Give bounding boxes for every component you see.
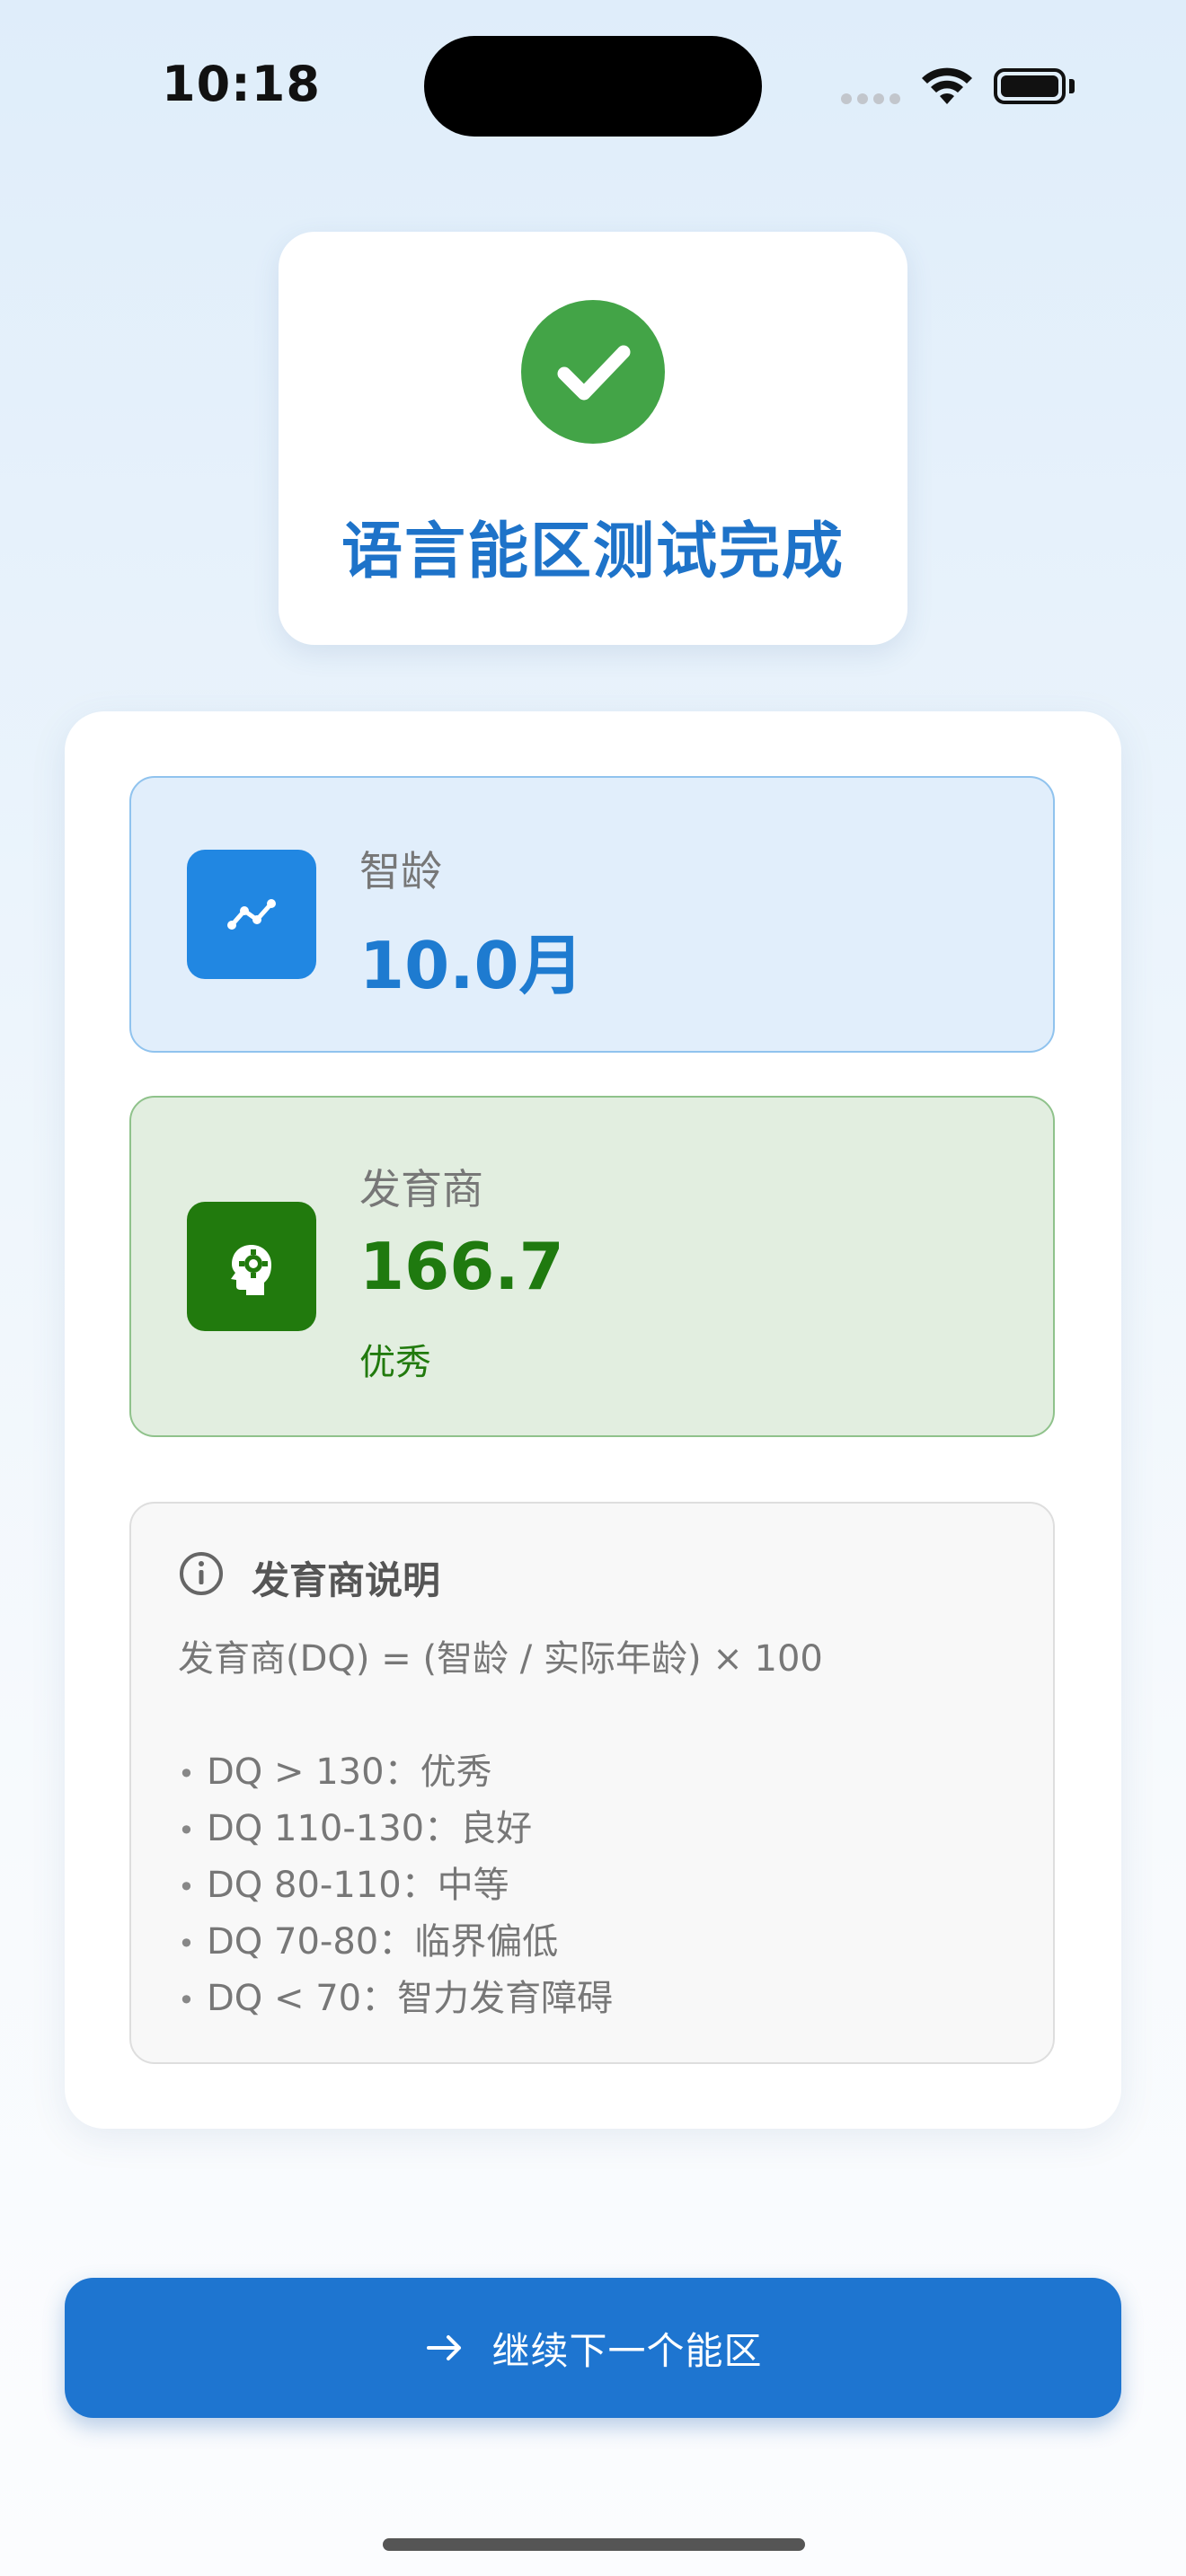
- battery-icon: [994, 68, 1066, 104]
- continue-button-label: 继续下一个能区: [491, 2328, 763, 2373]
- dq-formula: 发育商(DQ) = (智龄 / 实际年龄) × 100: [178, 1638, 823, 1680]
- continue-next-area-button[interactable]: 继续下一个能区: [65, 2278, 1121, 2418]
- wifi-icon: [922, 67, 972, 104]
- check-circle-icon: [521, 300, 665, 444]
- dq-range-text: DQ 110-130：良好: [207, 1808, 533, 1849]
- mental-age-box: 智龄 10.0月: [129, 776, 1055, 1053]
- dq-info-box: 发育商说明 发育商(DQ) = (智龄 / 实际年龄) × 100 • DQ > …: [129, 1502, 1055, 2064]
- mental-age-value: 10.0月: [359, 928, 584, 1003]
- list-item: • DQ < 70：智力发育障碍: [178, 1971, 613, 2027]
- home-indicator[interactable]: [383, 2538, 805, 2551]
- list-item: • DQ 80-110：中等: [178, 1857, 613, 1914]
- bullet: •: [178, 1927, 195, 1961]
- bullet: •: [178, 1983, 195, 2017]
- info-icon: [180, 1552, 223, 1595]
- head-gear-icon: [187, 1202, 316, 1331]
- dq-range-text: DQ 80-110：中等: [207, 1865, 509, 1906]
- list-item: • DQ > 130：优秀: [178, 1744, 613, 1801]
- mental-age-label: 智龄: [359, 847, 442, 895]
- bullet: •: [178, 1813, 195, 1848]
- completion-title: 语言能区测试完成: [341, 516, 845, 587]
- dq-range-list: • DQ > 130：优秀 • DQ 110-130：良好 • DQ 80-110：中…: [178, 1744, 613, 2027]
- dynamic-island: [424, 36, 762, 137]
- trend-line-icon: [187, 850, 316, 979]
- status-time: 10:18: [162, 56, 321, 112]
- info-title: 发育商说明: [252, 1558, 441, 1602]
- bullet: •: [178, 1870, 195, 1904]
- dq-range-text: DQ > 130：优秀: [207, 1751, 492, 1793]
- completion-header-card: 语言能区测试完成: [279, 232, 907, 645]
- list-item: • DQ 70-80：临界偏低: [178, 1914, 613, 1971]
- dq-label: 发育商: [359, 1165, 483, 1213]
- battery-tip: [1069, 79, 1075, 93]
- arrow-right-icon: [427, 2335, 462, 2360]
- cellular-signal-icon: [841, 93, 900, 104]
- bullet: •: [178, 1757, 195, 1791]
- dq-range-text: DQ 70-80：临界偏低: [207, 1921, 559, 1963]
- dq-value: 166.7: [359, 1229, 564, 1304]
- list-item: • DQ 110-130：良好: [178, 1801, 613, 1857]
- dq-range-text: DQ < 70：智力发育障碍: [207, 1978, 614, 2019]
- dq-level: 优秀: [359, 1342, 431, 1383]
- result-card: 智龄 10.0月 发育商 166.7 优秀 发育商说明 发育商(DQ) = (智…: [65, 711, 1121, 2129]
- dq-box: 发育商 166.7 优秀: [129, 1096, 1055, 1437]
